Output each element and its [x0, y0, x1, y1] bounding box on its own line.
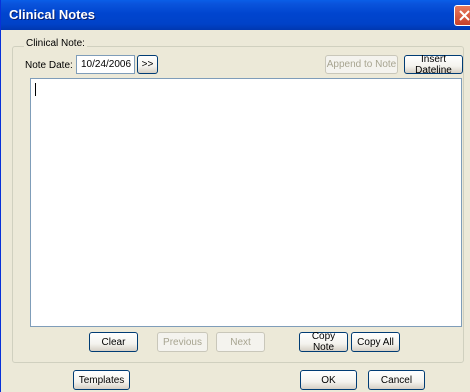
title-bar[interactable]: Clinical Notes	[1, 0, 470, 30]
ok-button[interactable]: OK	[300, 370, 357, 390]
group-caption: Clinical Note:	[24, 38, 87, 49]
copy-all-button[interactable]: Copy All	[351, 332, 400, 352]
clear-button[interactable]: Clear	[89, 332, 138, 352]
templates-button[interactable]: Templates	[73, 370, 130, 390]
note-date-label: Note Date:	[25, 60, 73, 71]
window-title: Clinical Notes	[9, 7, 95, 22]
text-caret	[35, 83, 36, 96]
next-button[interactable]: Next	[216, 332, 265, 352]
note-date-field[interactable]: 10/24/2006	[76, 55, 135, 74]
insert-dateline-button[interactable]: Insert Dateline	[404, 54, 463, 76]
note-text-area[interactable]	[30, 78, 462, 327]
copy-note-button[interactable]: Copy Note	[299, 331, 348, 353]
append-to-note-button[interactable]: Append to Note	[325, 55, 398, 74]
close-button[interactable]	[454, 5, 470, 26]
next-date-button[interactable]: >>	[137, 55, 158, 74]
clinical-notes-window: Clinical Notes Clinical Note: Note Date:…	[0, 0, 470, 392]
cancel-button[interactable]: Cancel	[368, 370, 425, 390]
close-icon	[459, 10, 470, 21]
previous-button[interactable]: Previous	[157, 332, 208, 352]
